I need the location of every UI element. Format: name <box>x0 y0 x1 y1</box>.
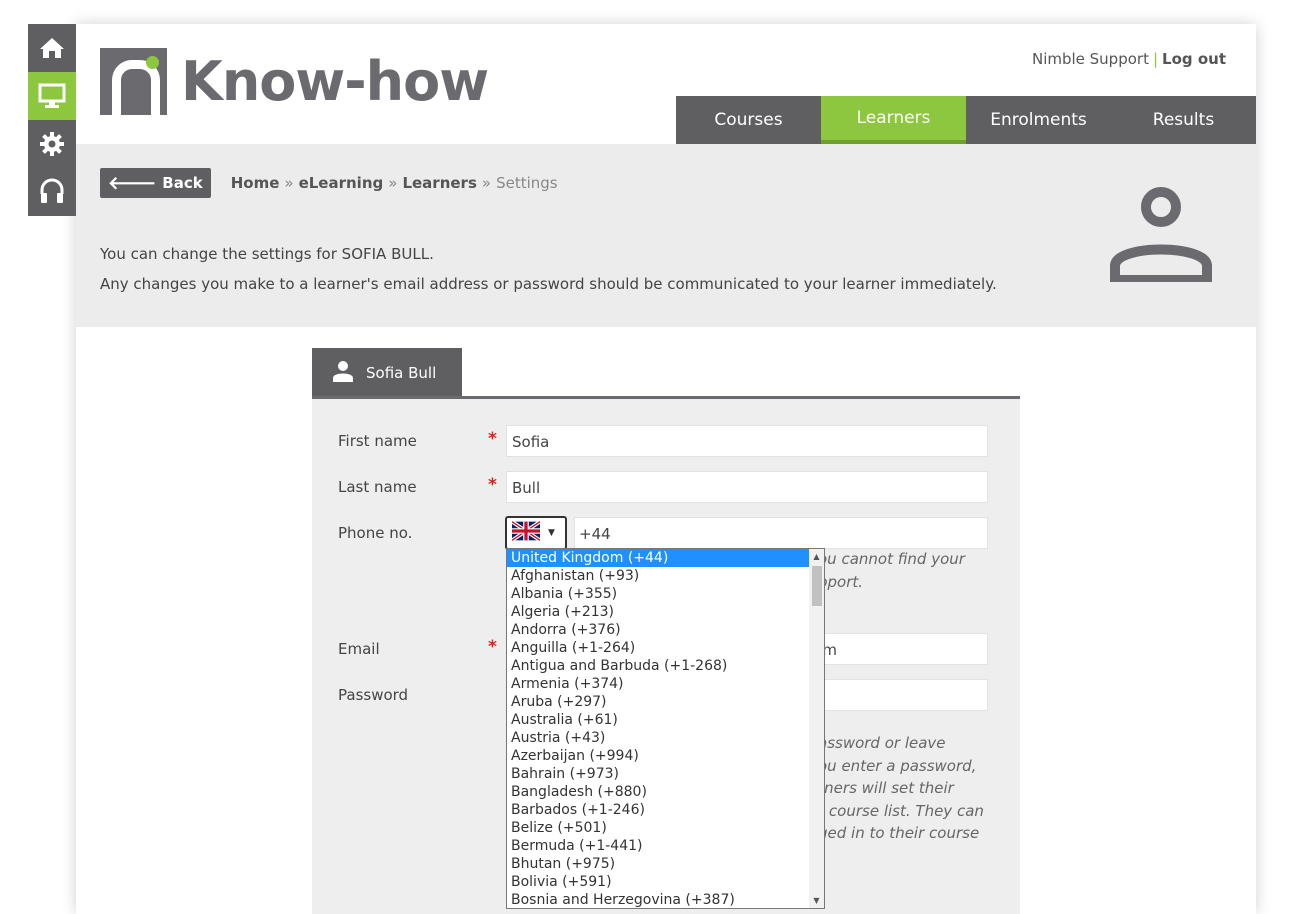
home-icon <box>39 36 65 60</box>
first-name-input[interactable]: Sofia <box>506 425 988 457</box>
info-panel: 🡐 Back Home » eLearning » Learners » Set… <box>76 144 1256 327</box>
country-option[interactable]: Bhutan (+975) <box>507 855 810 873</box>
country-option[interactable]: United Kingdom (+44) <box>507 549 810 567</box>
password-label: Password <box>338 686 409 704</box>
country-option[interactable]: Antigua and Barbuda (+1-268) <box>507 657 810 675</box>
required-marker: * <box>488 429 497 449</box>
country-options-list: United Kingdom (+44) Afghanistan (+93) A… <box>507 549 810 908</box>
password-hint-1: assword or leave <box>818 734 946 752</box>
logo-mark-icon <box>100 48 167 119</box>
tab-learners[interactable]: Learners <box>821 96 966 144</box>
headset-icon <box>39 178 65 206</box>
phone-label: Phone no. <box>338 524 413 542</box>
country-option[interactable]: Bermuda (+1-441) <box>507 837 810 855</box>
country-option[interactable]: Barbados (+1-246) <box>507 801 810 819</box>
country-option[interactable]: Bahrain (+973) <box>507 765 810 783</box>
country-option[interactable]: Albania (+355) <box>507 585 810 603</box>
country-option[interactable]: Bangladesh (+880) <box>507 783 810 801</box>
password-hint-5: ged in to their course <box>818 824 980 842</box>
logo-text: Know-how <box>181 49 489 113</box>
tab-learner-label: Sofia Bull <box>366 364 437 382</box>
country-option[interactable]: Azerbaijan (+994) <box>507 747 810 765</box>
info-text-1: You can change the settings for SOFIA BU… <box>100 245 434 263</box>
tab-learner-details[interactable]: Sofia Bull <box>312 348 462 398</box>
main-nav: Courses Learners Enrolments Results <box>676 96 1256 144</box>
rail-settings[interactable] <box>28 120 76 168</box>
country-option[interactable]: Bosnia and Herzegovina (+387) <box>507 891 810 908</box>
rail-support[interactable] <box>28 168 76 216</box>
support-link[interactable]: Nimble Support <box>1032 50 1149 68</box>
breadcrumb-home[interactable]: Home <box>231 174 280 192</box>
chevron-down-icon: ▼ <box>548 528 555 538</box>
tab-courses[interactable]: Courses <box>676 96 821 144</box>
first-name-label: First name <box>338 432 417 450</box>
link-separator: | <box>1152 50 1159 68</box>
country-option[interactable]: Bolivia (+591) <box>507 873 810 891</box>
scroll-down-icon[interactable]: ▼ <box>809 893 824 908</box>
country-option[interactable]: Algeria (+213) <box>507 603 810 621</box>
phone-input[interactable]: +44 <box>574 517 988 549</box>
tab-results[interactable]: Results <box>1111 96 1256 144</box>
country-code-dropdown[interactable]: United Kingdom (+44) Afghanistan (+93) A… <box>506 548 825 909</box>
country-option[interactable]: Andorra (+376) <box>507 621 810 639</box>
logo[interactable]: Know-how <box>100 48 489 119</box>
country-option[interactable]: Austria (+43) <box>507 729 810 747</box>
back-button[interactable]: 🡐 Back <box>100 168 211 198</box>
person-icon <box>332 360 366 386</box>
breadcrumb-separator: » <box>481 174 492 192</box>
breadcrumb-separator: » <box>284 174 294 192</box>
rail-elearning[interactable] <box>28 72 76 120</box>
logout-link[interactable]: Log out <box>1162 50 1226 68</box>
country-option[interactable]: Armenia (+374) <box>507 675 810 693</box>
back-label: Back <box>162 174 203 192</box>
info-text-2: Any changes you make to a learner's emai… <box>100 275 997 293</box>
monitor-icon <box>38 83 66 109</box>
top-links: Nimble Support | Log out <box>1032 50 1226 68</box>
phone-hint-1: ou cannot find your <box>818 550 965 568</box>
breadcrumb-separator: » <box>388 174 398 192</box>
country-option[interactable]: Afghanistan (+93) <box>507 567 810 585</box>
breadcrumb-learners[interactable]: Learners <box>402 174 476 192</box>
country-code-select[interactable]: ▼ <box>505 516 567 550</box>
tab-enrolments[interactable]: Enrolments <box>966 96 1111 144</box>
country-option[interactable]: Australia (+61) <box>507 711 810 729</box>
breadcrumb: 🡐 Back Home » eLearning » Learners » Set… <box>100 168 558 198</box>
scroll-up-icon[interactable]: ▲ <box>809 549 824 564</box>
breadcrumb-current: Settings <box>496 174 558 192</box>
required-marker: * <box>488 475 497 495</box>
password-hint-4: r course list. They can <box>818 802 984 820</box>
breadcrumb-elearning[interactable]: eLearning <box>299 174 384 192</box>
last-name-input[interactable]: Bull <box>506 471 988 503</box>
scrollbar-thumb[interactable] <box>812 566 822 606</box>
header: Know-how Nimble Support | Log out Courses … <box>76 24 1256 144</box>
uk-flag-icon <box>510 520 542 545</box>
user-avatar-icon <box>1110 180 1212 286</box>
last-name-label: Last name <box>338 478 417 496</box>
country-option[interactable]: Belize (+501) <box>507 819 810 837</box>
password-hint-2: ou enter a password, <box>818 757 977 775</box>
password-hint-3: rners will set their <box>818 779 954 797</box>
arrow-left-icon: 🡐 <box>108 172 157 194</box>
email-label: Email <box>338 640 380 658</box>
left-rail <box>28 24 76 216</box>
gear-icon <box>39 131 65 157</box>
required-marker: * <box>488 637 497 657</box>
dropdown-scrollbar[interactable]: ▲ ▼ <box>809 549 824 908</box>
rail-home[interactable] <box>28 24 76 72</box>
country-option[interactable]: Anguilla (+1-264) <box>507 639 810 657</box>
country-option[interactable]: Aruba (+297) <box>507 693 810 711</box>
